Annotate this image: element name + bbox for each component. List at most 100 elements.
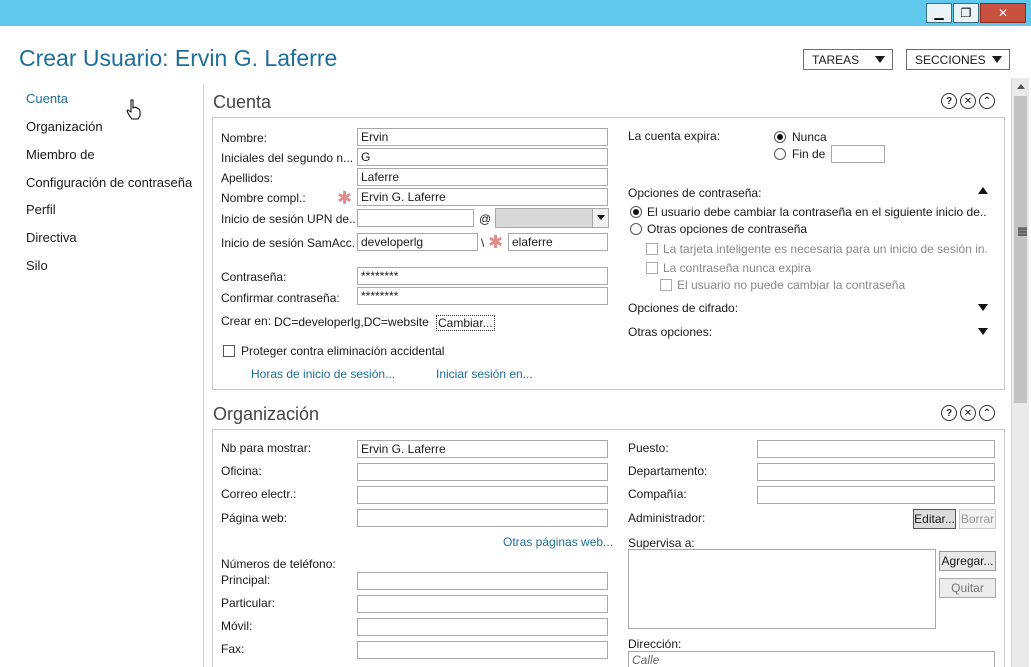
smartcard-checkbox[interactable] [646, 243, 658, 255]
never-radio[interactable] [774, 131, 786, 143]
help-icon[interactable]: ? [941, 405, 957, 421]
minimize-button[interactable]: ▁ [926, 3, 952, 23]
office-input[interactable] [357, 463, 608, 481]
nav-item-miembro-de[interactable]: Miembro de [26, 147, 95, 162]
nombre-compl-input[interactable]: Ervin G. Laferre [357, 188, 608, 206]
smartcard-label: La tarjeta inteligente es necesaria para… [663, 242, 989, 256]
other-web-pages-link[interactable]: Otras páginas web... [503, 535, 613, 549]
cannot-change-checkbox[interactable] [660, 279, 672, 291]
nombre-compl-label: Nombre compl.: [221, 191, 306, 205]
vertical-scrollbar[interactable]: ▬ ▬ ▬ [1011, 78, 1029, 667]
create-in-label: Crear en: [221, 314, 272, 328]
nav-item-silo[interactable]: Silo [26, 258, 48, 273]
email-input[interactable] [357, 486, 608, 504]
help-icon[interactable]: ? [941, 93, 957, 109]
password-input[interactable]: ******** [357, 267, 608, 285]
fax-input[interactable] [357, 641, 608, 659]
nav-item-perfil[interactable]: Perfil [26, 202, 56, 217]
phones-label: Números de teléfono: [221, 557, 336, 571]
collapse-pw-options-icon[interactable] [978, 187, 988, 194]
clear-manager-button[interactable]: Borrar [959, 509, 996, 529]
encryption-label: Opciones de cifrado: [628, 301, 739, 315]
job-title-input[interactable] [757, 440, 995, 458]
phone-main-input[interactable] [357, 572, 608, 590]
other-pw-radio[interactable] [630, 223, 642, 235]
apellidos-label: Apellidos: [221, 171, 274, 185]
sam-label: Inicio de sesión SamAcc... [221, 236, 355, 250]
chevron-down-icon [592, 209, 608, 227]
chevron-down-icon [875, 56, 885, 63]
nav-item-directiva[interactable]: Directiva [26, 230, 77, 245]
expand-encryption-icon[interactable] [978, 304, 988, 311]
remove-direct-report-button[interactable]: Quitar [939, 578, 996, 598]
phone-mobile-label: Móvil: [221, 619, 253, 633]
direct-reports-label: Supervisa a: [628, 536, 695, 550]
restore-button[interactable]: ❐ [953, 3, 979, 23]
tasks-label: TAREAS [812, 52, 860, 67]
office-label: Oficina: [221, 464, 262, 478]
web-page-input[interactable] [357, 509, 608, 527]
never-label: Nunca [792, 130, 827, 144]
never-expires-checkbox[interactable] [646, 262, 658, 274]
company-input[interactable] [757, 486, 995, 504]
phone-home-input[interactable] [357, 595, 608, 613]
phone-mobile-input[interactable] [357, 618, 608, 636]
collapse-icon[interactable]: ⌃ [979, 93, 995, 109]
sections-dropdown[interactable]: SECCIONES [906, 49, 1010, 70]
phone-main-label: Principal: [221, 573, 271, 587]
close-window-button[interactable]: ✕ [980, 3, 1026, 23]
web-page-label: Página web: [221, 511, 288, 525]
apellidos-input[interactable]: Laferre [357, 168, 608, 186]
sam-user-input[interactable]: elaferre [508, 233, 608, 251]
must-change-label: El usuario debe cambiar la contraseña en… [647, 205, 987, 219]
protect-deletion-label: Proteger contra eliminación accidental [241, 344, 445, 358]
change-location-link[interactable]: Cambiar... [436, 315, 495, 331]
protect-deletion-checkbox[interactable] [223, 345, 235, 357]
end-of-radio[interactable] [774, 148, 786, 160]
job-title-label: Puesto: [628, 441, 669, 455]
address-label: Dirección: [628, 637, 682, 651]
nombre-input[interactable]: Ervin [357, 128, 608, 146]
pw-options-label: Opciones de contraseña: [628, 186, 762, 200]
upn-input[interactable] [357, 209, 474, 227]
logon-to-link[interactable]: Iniciar sesión en... [436, 367, 533, 381]
close-section-icon[interactable]: ✕ [960, 405, 976, 421]
department-input[interactable] [757, 463, 995, 481]
upn-label: Inicio de sesión UPN de... [221, 212, 355, 226]
upn-domain-select[interactable] [495, 208, 609, 228]
nav-item-cuenta[interactable]: Cuenta [26, 91, 68, 106]
tasks-dropdown[interactable]: TAREAS [803, 49, 893, 70]
restore-icon: ❐ [960, 6, 972, 20]
edit-manager-button[interactable]: Editar... [913, 509, 956, 529]
end-of-date-input[interactable] [831, 145, 885, 163]
close-section-icon[interactable]: ✕ [960, 93, 976, 109]
phone-home-label: Particular: [221, 596, 276, 610]
display-name-input[interactable]: Ervin G. Laferre [357, 440, 608, 458]
collapse-icon[interactable]: ⌃ [979, 405, 995, 421]
logon-hours-link[interactable]: Horas de inicio de sesión... [251, 367, 395, 381]
department-label: Departamento: [628, 464, 708, 478]
sam-domain-input[interactable]: developerlg [357, 233, 478, 251]
add-direct-report-button[interactable]: Agregar... [939, 551, 996, 571]
create-in-value: DC=developerlg,DC=website [274, 315, 429, 329]
section-title-organizacion: Organización [213, 404, 320, 424]
must-change-radio[interactable] [630, 206, 642, 218]
never-expires-label: La contraseña nunca expira [663, 261, 812, 275]
iniciales-input[interactable]: G [357, 148, 608, 166]
sections-label: SECCIONES [915, 52, 986, 67]
hand-cursor-icon [126, 99, 141, 120]
direct-reports-list[interactable] [628, 549, 936, 629]
other-pw-label: Otras opciones de contraseña [647, 222, 808, 236]
street-input[interactable]: Calle [628, 651, 995, 667]
minimize-icon: ▁ [934, 6, 944, 20]
scroll-up-icon[interactable] [1017, 84, 1025, 89]
nav-item-configuracion-contrasena[interactable]: Configuración de contraseña [26, 175, 192, 190]
expand-other-options-icon[interactable] [978, 328, 988, 335]
scrollbar-thumb[interactable]: ▬ ▬ ▬ [1014, 96, 1027, 403]
display-name-label: Nb para mostrar: [221, 441, 312, 455]
confirm-password-input[interactable]: ******** [357, 287, 608, 305]
nav-item-organizacion[interactable]: Organización [26, 119, 103, 134]
at-sign: @ [479, 212, 492, 226]
confirm-password-label: Confirmar contraseña: [221, 291, 340, 305]
page-title: Crear Usuario: Ervin G. Laferre [19, 45, 338, 71]
